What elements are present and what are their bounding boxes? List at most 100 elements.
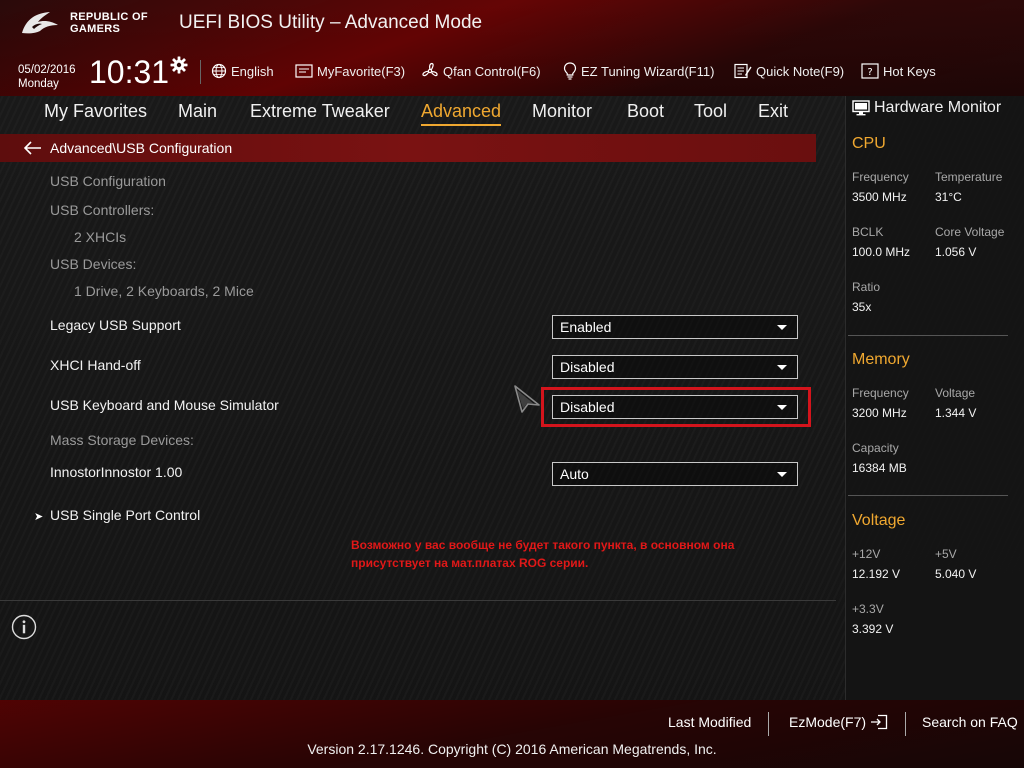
mass-storage-label: Mass Storage Devices: <box>50 432 194 448</box>
v33-value: 3.392 V <box>852 622 894 636</box>
xhci-handoff-select[interactable]: Disabled <box>552 355 798 379</box>
legacy-usb-support-label: Legacy USB Support <box>50 317 181 333</box>
quick-note-label: Quick Note(F9) <box>756 63 845 79</box>
breadcrumb-path: Advanced\USB Configuration <box>50 140 233 156</box>
gear-icon[interactable] <box>170 56 188 74</box>
search-on-faq-button[interactable]: Search on FAQ <box>922 714 1018 730</box>
tab-boot[interactable]: Boot <box>627 99 664 123</box>
memory-voltage-value: 1.344 V <box>935 406 977 420</box>
language-button[interactable]: English <box>211 62 274 80</box>
tab-monitor[interactable]: Monitor <box>532 99 592 123</box>
favorite-icon <box>295 64 313 78</box>
select-value: Disabled <box>560 359 615 375</box>
qfan-control-button[interactable]: Qfan Control(F6) <box>421 62 541 80</box>
chevron-right-icon: ➤ <box>34 510 44 523</box>
cpu-frequency-label: Frequency <box>852 170 909 184</box>
v5-value: 5.040 V <box>935 567 977 581</box>
note-icon <box>734 63 752 79</box>
copyright-text: Version 2.17.1246. Copyright (C) 2016 Am… <box>307 741 717 757</box>
tab-advanced[interactable]: Advanced <box>421 99 502 126</box>
memory-capacity-label: Capacity <box>852 441 899 455</box>
app-title: UEFI BIOS Utility – Advanced Mode <box>179 12 483 33</box>
annotation-text: Возможно у вас вообще не будет такого пу… <box>351 536 781 572</box>
select-value: Auto <box>560 466 589 482</box>
section-title: USB Configuration <box>50 173 166 189</box>
legacy-usb-support-select[interactable]: Enabled <box>552 315 798 339</box>
v12-value: 12.192 V <box>852 567 901 581</box>
usb-controllers-value: 2 XHCIs <box>74 229 127 245</box>
search-on-faq-label: Search on FAQ <box>922 714 1018 730</box>
v12-label: +12V <box>852 547 881 561</box>
tab-tool[interactable]: Tool <box>694 99 727 123</box>
quick-note-button[interactable]: Quick Note(F9) <box>734 62 844 80</box>
weekday: Monday <box>18 78 59 90</box>
qfan-control-label: Qfan Control(F6) <box>443 63 541 79</box>
xhci-handoff-label: XHCI Hand-off <box>50 357 141 373</box>
innostor-label: InnostorInnostor 1.00 <box>50 464 183 480</box>
bulb-icon <box>563 62 577 80</box>
info-icon <box>11 614 37 640</box>
core-voltage-value: 1.056 V <box>935 245 977 259</box>
ez-tuning-wizard-button[interactable]: EZ Tuning Wizard(F11) <box>563 62 714 80</box>
usb-controllers-label: USB Controllers: <box>50 202 155 218</box>
tab-extreme-tweaker[interactable]: Extreme Tweaker <box>250 99 390 123</box>
ezmode-label: EzMode(F7) <box>789 714 867 730</box>
select-value: Enabled <box>560 319 612 335</box>
last-modified-button[interactable]: Last Modified <box>668 714 751 730</box>
myfavorite-button[interactable]: MyFavorite(F3) <box>295 62 405 80</box>
myfavorite-label: MyFavorite(F3) <box>317 63 406 79</box>
innostor-select[interactable]: Auto <box>552 462 798 486</box>
bclk-label: BCLK <box>852 225 884 239</box>
memory-section-title: Memory <box>852 351 910 368</box>
usb-devices-label: USB Devices: <box>50 256 137 272</box>
hw-divider <box>848 495 1008 496</box>
svg-text:?: ? <box>867 67 872 78</box>
date-block: 05/02/2016 Monday <box>18 63 76 91</box>
tab-my-favorites[interactable]: My Favorites <box>44 99 147 123</box>
usb-devices-value: 1 Drive, 2 Keyboards, 2 Mice <box>74 283 254 299</box>
brand-line1: REPUBLIC OF <box>70 11 148 23</box>
globe-icon <box>211 63 227 79</box>
v33-label: +3.3V <box>852 602 884 616</box>
annotation-line2: присутствует на мат.платах ROG серии. <box>351 556 589 570</box>
cpu-frequency-value: 3500 MHz <box>852 190 907 204</box>
tab-exit[interactable]: Exit <box>758 99 788 123</box>
bclk-value: 100.0 MHz <box>852 245 911 259</box>
clock: 10:31 <box>89 54 170 90</box>
mouse-cursor-icon <box>514 385 540 413</box>
last-modified-label: Last Modified <box>668 714 752 730</box>
chevron-down-icon <box>777 364 787 370</box>
footer-bar <box>0 700 1024 768</box>
hotkeys-icon: ? <box>861 63 879 79</box>
cpu-temperature-label: Temperature <box>935 170 1003 184</box>
brand-line2: GAMERS <box>70 23 121 35</box>
toolbar-separator <box>200 60 201 84</box>
annotation-line1: Возможно у вас вообще не будет такого пу… <box>351 538 735 552</box>
highlight-box <box>541 387 811 427</box>
v5-label: +5V <box>935 547 957 561</box>
memory-voltage-label: Voltage <box>935 386 976 400</box>
hardware-monitor-title: Hardware Monitor <box>852 99 1001 117</box>
memory-frequency-value: 3200 MHz <box>852 406 907 420</box>
date: 05/02/2016 <box>18 64 76 76</box>
kb-mouse-simulator-label: USB Keyboard and Mouse Simulator <box>50 397 279 413</box>
cpu-section-title: CPU <box>852 135 886 152</box>
hot-keys-button[interactable]: ? Hot Keys <box>861 62 936 80</box>
ezmode-button[interactable]: EzMode(F7) <box>789 714 888 730</box>
tab-main[interactable]: Main <box>178 99 217 123</box>
hardware-monitor-title-text: Hardware Monitor <box>874 99 1002 116</box>
breadcrumb: Advanced\USB Configuration <box>0 134 816 162</box>
cpu-temperature-value: 31°C <box>935 190 962 204</box>
hot-keys-label: Hot Keys <box>883 63 936 79</box>
ratio-value: 35x <box>852 300 872 314</box>
footer-separator <box>905 712 906 736</box>
memory-frequency-label: Frequency <box>852 386 909 400</box>
usb-single-port-control-item[interactable]: USB Single Port Control <box>50 507 200 523</box>
rog-logo-icon <box>22 12 58 34</box>
chevron-down-icon <box>777 471 787 477</box>
back-arrow-icon[interactable] <box>24 141 42 155</box>
memory-capacity-value: 16384 MB <box>852 461 907 475</box>
ez-tuning-wizard-label: EZ Tuning Wizard(F11) <box>581 63 715 79</box>
brand-name: REPUBLIC OF GAMERS <box>70 11 148 35</box>
ratio-label: Ratio <box>852 280 881 294</box>
